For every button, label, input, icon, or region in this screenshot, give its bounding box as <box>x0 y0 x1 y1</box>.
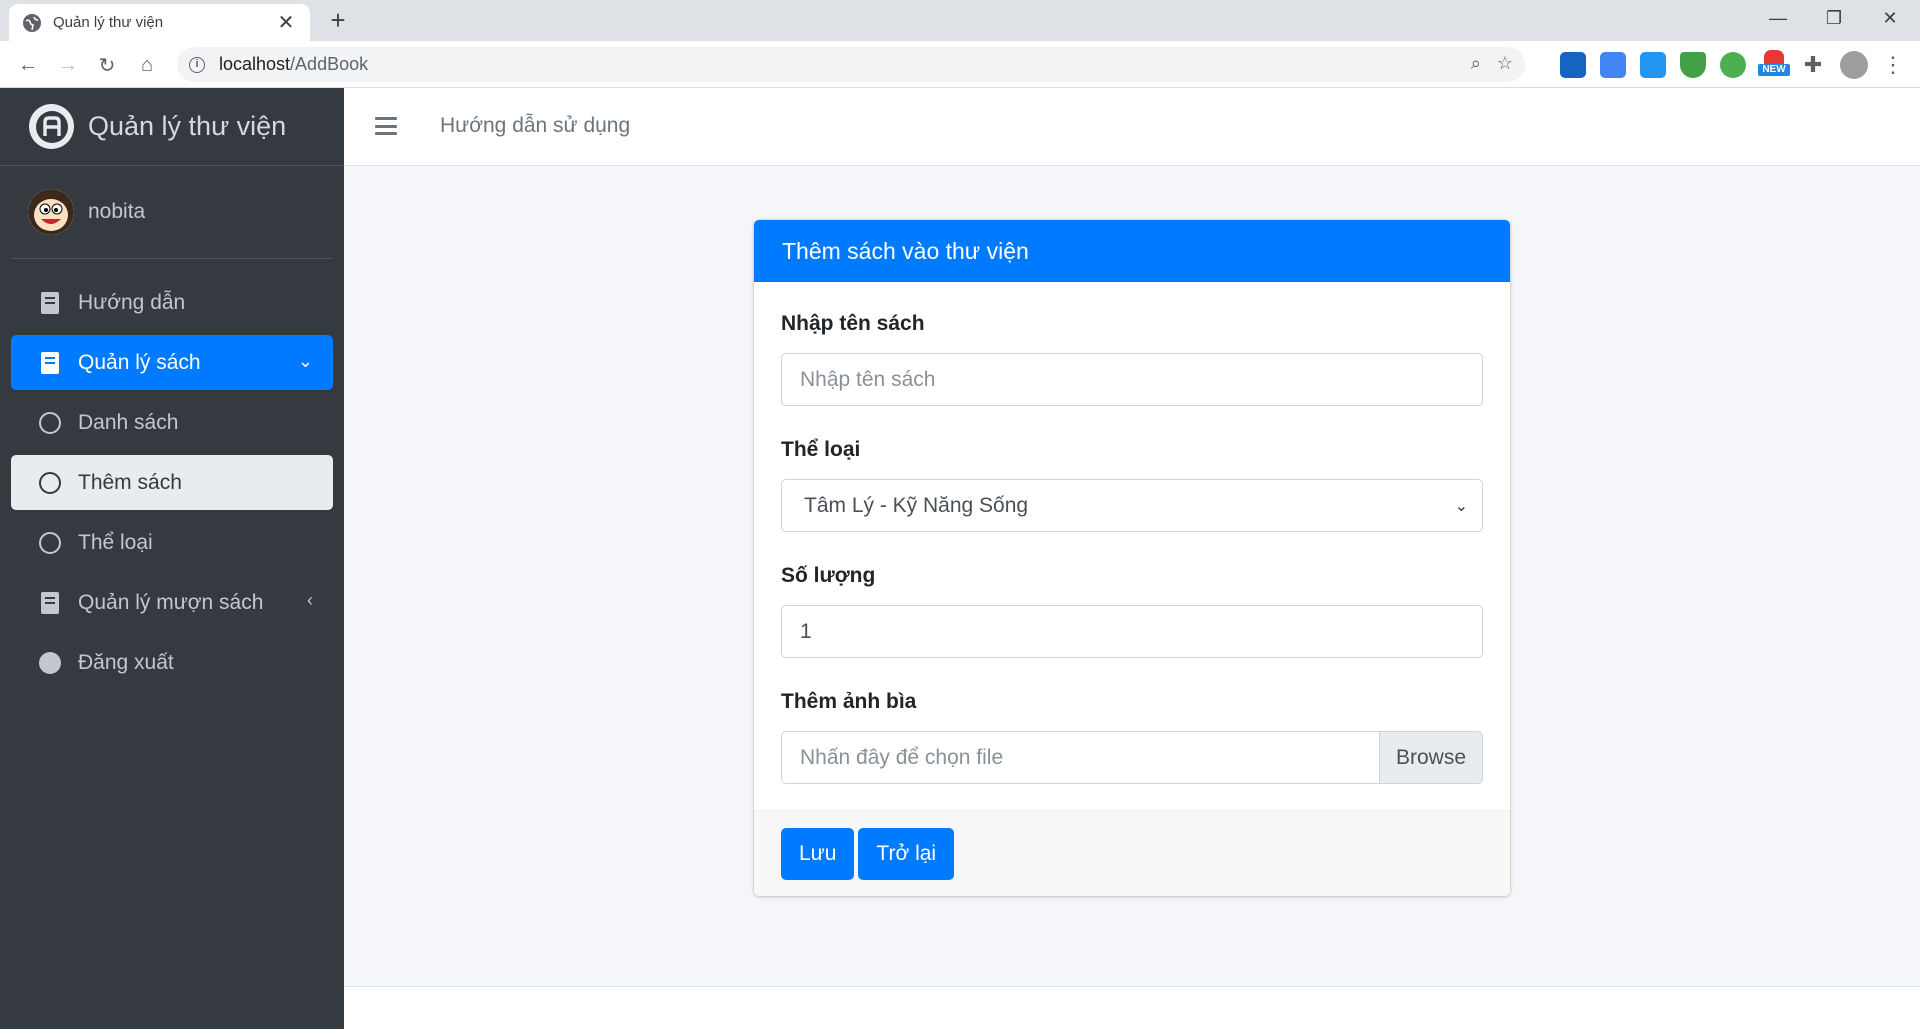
new-extension-icon[interactable]: NEW <box>1758 50 1790 80</box>
sidebar-item-label: Danh sách <box>78 410 179 434</box>
chevron-down-icon: ⌄ <box>1454 498 1468 515</box>
user-panel[interactable]: nobita <box>11 166 333 259</box>
book-icon <box>39 291 61 314</box>
sidebar-item-guide[interactable]: Hướng dẫn <box>11 275 333 330</box>
extension-icon[interactable] <box>1560 52 1586 78</box>
circle-icon <box>39 411 61 434</box>
check-icon[interactable] <box>1720 52 1746 78</box>
back-icon[interactable]: ← <box>13 50 43 80</box>
bookmark-star-icon[interactable]: ☆ <box>1497 53 1513 74</box>
browser-tab-bar: Quản lý thư viện ✕ + — ❐ ✕ <box>0 0 1920 41</box>
category-label: Thể loại <box>781 438 861 461</box>
top-navbar: Hướng dẫn sử dụng <box>344 88 1920 166</box>
sidebar-item-label: Thêm sách <box>78 470 182 494</box>
username: nobita <box>88 200 146 223</box>
sidebar-item-label: Quản lý sách <box>78 350 201 374</box>
menu-kebab-icon[interactable]: ⋮ <box>1880 52 1906 78</box>
forward-icon[interactable]: → <box>53 50 83 80</box>
minimize-icon[interactable]: — <box>1750 0 1806 37</box>
url-host: localhost <box>219 54 291 74</box>
sidebar-item-categories[interactable]: Thể loại <box>11 515 333 570</box>
sidebar-item-label: Đăng xuất <box>78 650 174 674</box>
card-title: Thêm sách vào thư viện <box>754 220 1510 282</box>
browser-tab[interactable]: Quản lý thư viện ✕ <box>9 4 310 41</box>
sidebar-item-add-book[interactable]: Thêm sách <box>11 455 333 510</box>
sidebar-item-label: Quản lý mượn sách <box>78 590 264 614</box>
profile-avatar[interactable] <box>1840 51 1868 79</box>
tab-title: Quản lý thư viện <box>53 14 164 31</box>
page-footer <box>344 986 1920 1029</box>
url-path: /AddBook <box>290 54 369 74</box>
back-button[interactable]: Trở lại <box>858 828 955 880</box>
sidebar-item-book-management[interactable]: Quản lý sách ⌄ <box>11 335 333 390</box>
globe-icon <box>23 13 41 32</box>
sidebar-item-book-list[interactable]: Danh sách <box>11 395 333 450</box>
sidebar-item-label: Hướng dẫn <box>78 290 186 314</box>
cover-image-label: Thêm ảnh bìa <box>781 690 917 713</box>
app-logo <box>29 104 74 149</box>
brand-link[interactable]: Quản lý thư viện <box>0 88 344 166</box>
tab-close-icon[interactable]: ✕ <box>276 10 296 35</box>
browse-button[interactable]: Browse <box>1379 732 1482 783</box>
user-avatar <box>28 189 74 235</box>
category-selected-value: Tâm Lý - Kỹ Năng Sống <box>804 493 1029 517</box>
category-select[interactable]: Tâm Lý - Kỹ Năng Sống ⌄ <box>781 479 1483 532</box>
address-bar[interactable]: i localhost/AddBook ⌕ ☆ <box>177 47 1525 82</box>
restore-icon[interactable]: ❐ <box>1806 0 1862 37</box>
user-guide-link[interactable]: Hướng dẫn sử dụng <box>440 114 630 138</box>
reload-icon[interactable]: ↻ <box>92 50 122 80</box>
book-icon <box>39 591 61 614</box>
quantity-input[interactable]: 1 <box>781 605 1483 658</box>
hamburger-menu-icon[interactable] <box>375 117 397 135</box>
home-icon[interactable]: ⌂ <box>132 50 162 80</box>
add-book-card: Thêm sách vào thư viện Nhập tên sách Nhậ… <box>754 220 1510 896</box>
book-name-input[interactable]: Nhập tên sách <box>781 353 1483 406</box>
sidebar-item-borrow-management[interactable]: Quản lý mượn sách ‹ <box>11 575 333 630</box>
book-icon <box>39 351 61 374</box>
chevron-down-icon: ⌄ <box>297 351 313 371</box>
book-name-label: Nhập tên sách <box>781 312 925 335</box>
card-footer: Lưu Trở lại <box>754 810 1510 896</box>
new-tab-button[interactable]: + <box>322 6 354 36</box>
dot-icon <box>39 651 61 674</box>
chevron-left-icon: ‹ <box>307 590 313 610</box>
file-placeholder: Nhấn đây để chọn file <box>800 746 1004 769</box>
brand-text: Quản lý thư viện <box>88 111 287 141</box>
browser-toolbar: ← → ↻ ⌂ i localhost/AddBook ⌕ ☆ NEW ✚ ⋮ <box>0 41 1920 88</box>
zoom-icon[interactable]: ⌕ <box>1471 53 1481 74</box>
quantity-label: Số lượng <box>781 564 876 587</box>
card-body: Nhập tên sách Nhập tên sách Thể loại Tâm… <box>754 282 1510 810</box>
sidebar-item-label: Thể loại <box>78 530 153 554</box>
extension-drop-icon[interactable] <box>1640 52 1666 78</box>
shield-icon[interactable] <box>1680 52 1706 78</box>
close-window-icon[interactable]: ✕ <box>1862 0 1918 37</box>
puzzle-icon[interactable]: ✚ <box>1800 52 1826 78</box>
site-info-icon[interactable]: i <box>189 56 205 73</box>
circle-icon <box>39 471 61 494</box>
save-button[interactable]: Lưu <box>781 828 855 880</box>
sidebar-nav: Hướng dẫn Quản lý sách ⌄ Danh sách Thêm … <box>0 259 344 690</box>
translate-icon[interactable] <box>1600 52 1626 78</box>
sidebar-item-logout[interactable]: Đăng xuất <box>11 635 333 690</box>
cover-file-input[interactable]: Nhấn đây để chọn file Browse <box>781 731 1483 784</box>
sidebar: Quản lý thư viện nobita Hướng dẫn Quản l… <box>0 88 344 1029</box>
circle-icon <box>39 531 61 554</box>
